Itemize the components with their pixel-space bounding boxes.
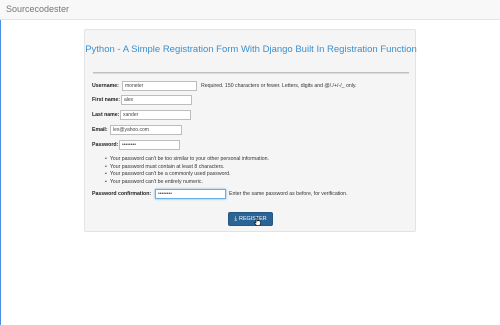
- last-name-input[interactable]: xander: [120, 110, 191, 120]
- email-input[interactable]: lex@yahoo.com: [110, 125, 182, 135]
- download-icon: ⤓: [234, 216, 238, 222]
- password-confirmation-help-text: Enter the same password as before, for v…: [229, 191, 348, 197]
- password-label: Password:: [92, 142, 119, 148]
- navbar-brand[interactable]: Sourcecodester: [6, 4, 69, 14]
- password-rules-list: Your password can't be too similar to yo…: [105, 156, 269, 186]
- registration-form-panel: Python - A Simple Registration Form With…: [84, 29, 417, 232]
- password-rule: Your password can't be entirely numeric.: [105, 179, 269, 187]
- password-rule: Your password can't be too similar to yo…: [105, 156, 269, 164]
- username-help-text: Required. 150 characters or fewer. Lette…: [201, 83, 357, 89]
- window-edge: [0, 0, 1, 325]
- email-label: Email:: [92, 127, 108, 133]
- title-divider: [93, 72, 409, 74]
- password-input[interactable]: ••••••••: [119, 140, 180, 150]
- password-rule: Your password must contain at least 8 ch…: [105, 164, 269, 172]
- navbar: Sourcecodester: [0, 0, 500, 20]
- first-name-input[interactable]: alex: [121, 95, 192, 105]
- register-button[interactable]: ⤓ REGISTER: [228, 212, 273, 226]
- page-title: Python - A Simple Registration Form With…: [85, 44, 417, 55]
- hand-cursor-icon: [254, 217, 261, 226]
- last-name-label: Last name:: [92, 112, 120, 118]
- first-name-label: First name:: [92, 97, 120, 103]
- password-confirmation-label: Password confirmation:: [92, 191, 152, 197]
- username-input[interactable]: moneter: [122, 81, 197, 91]
- password-rule: Your password can't be a commonly used p…: [105, 171, 269, 179]
- username-label: Username:: [92, 83, 119, 89]
- password-confirmation-input[interactable]: ••••••••: [155, 189, 226, 199]
- register-button-label: REGISTER: [239, 216, 267, 222]
